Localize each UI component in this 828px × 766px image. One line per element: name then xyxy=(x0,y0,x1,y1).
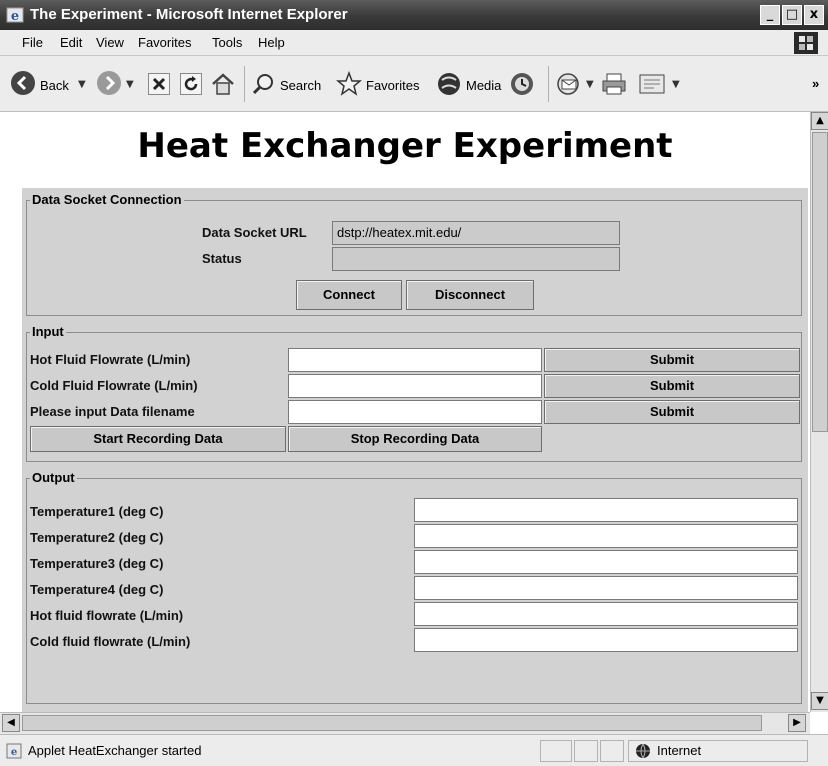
svg-text:e: e xyxy=(11,747,17,758)
hot-flowrate-input[interactable] xyxy=(288,348,542,372)
disconnect-button[interactable]: Disconnect xyxy=(406,280,534,310)
favorites-star-icon xyxy=(335,70,363,102)
maximize-button[interactable]: □ xyxy=(782,5,802,25)
edit-icon[interactable] xyxy=(638,72,668,101)
temperature4-field xyxy=(414,576,798,600)
search-label: Search xyxy=(280,78,322,93)
zone-label: Internet xyxy=(657,743,702,758)
vertical-scrollbar[interactable]: ▲ ▼ xyxy=(810,112,828,712)
history-icon[interactable] xyxy=(508,70,536,103)
cold-flowrate-label: Cold Fluid Flowrate (L/min) xyxy=(30,378,198,393)
temperature4-label: Temperature4 (deg C) xyxy=(30,582,164,597)
menu-file[interactable]: File xyxy=(22,35,43,50)
menu-help[interactable]: Help xyxy=(258,35,285,50)
forward-dropdown-icon[interactable]: ▼ xyxy=(126,79,134,90)
input-legend: Input xyxy=(30,324,66,339)
forward-arrow-icon[interactable] xyxy=(96,70,122,101)
page-title: Heat Exchanger Experiment xyxy=(137,126,673,166)
horizontal-scrollbar[interactable]: ◀ ▶ xyxy=(0,712,810,734)
page-content: Heat Exchanger Experiment Data Socket Co… xyxy=(0,112,810,712)
cold-flowrate-input[interactable] xyxy=(288,374,542,398)
temperature2-field xyxy=(414,524,798,548)
globe-icon xyxy=(635,743,651,764)
close-button[interactable]: x xyxy=(804,5,824,25)
print-icon[interactable] xyxy=(600,72,628,101)
heat-exchanger-applet: Data Socket Connection Data Socket URL d… xyxy=(22,188,808,712)
back-label: Back xyxy=(40,78,69,93)
hot-fluid-flowrate-field xyxy=(414,602,798,626)
toolbar-overflow-chevron[interactable]: » xyxy=(812,76,819,91)
back-button[interactable]: Back xyxy=(8,66,72,102)
media-button[interactable]: Media xyxy=(436,66,508,102)
hot-flowrate-submit-button[interactable]: Submit xyxy=(544,348,800,372)
zone-cell: Internet xyxy=(628,740,808,762)
filename-label: Please input Data filename xyxy=(30,404,195,419)
stop-recording-button[interactable]: Stop Recording Data xyxy=(288,426,542,452)
mail-icon[interactable] xyxy=(556,71,584,102)
mail-dropdown-icon[interactable]: ▼ xyxy=(586,79,594,90)
window-title: The Experiment - Microsoft Internet Expl… xyxy=(30,6,348,23)
media-icon xyxy=(436,71,462,102)
temperature2-label: Temperature2 (deg C) xyxy=(30,530,164,545)
favorites-label: Favorites xyxy=(366,78,420,93)
scroll-left-icon[interactable]: ◀ xyxy=(2,714,20,732)
scroll-down-icon[interactable]: ▼ xyxy=(811,692,828,710)
ie-icon: e xyxy=(6,6,24,24)
temperature1-field xyxy=(414,498,798,522)
page-icon: e xyxy=(6,743,22,764)
search-icon xyxy=(252,72,276,101)
toolbar: Back ▼ ▼ Search Favorites Media ▼ ▼ » xyxy=(0,56,828,112)
menu-view[interactable]: View xyxy=(96,35,124,50)
menu-favorites[interactable]: Favorites xyxy=(138,35,191,50)
menu-tools[interactable]: Tools xyxy=(212,35,242,50)
status-cell xyxy=(540,740,572,762)
refresh-icon[interactable] xyxy=(180,73,202,95)
media-label: Media xyxy=(466,78,502,93)
status-bar: e Applet HeatExchanger started Internet xyxy=(0,734,828,766)
horizontal-scroll-thumb[interactable] xyxy=(22,715,762,731)
scroll-up-icon[interactable]: ▲ xyxy=(811,112,828,130)
cold-fluid-flowrate-label: Cold fluid flowrate (L/min) xyxy=(30,634,191,649)
filename-input[interactable] xyxy=(288,400,542,424)
favorites-button[interactable]: Favorites xyxy=(335,66,430,102)
start-recording-button[interactable]: Start Recording Data xyxy=(30,426,286,452)
back-dropdown-icon[interactable]: ▼ xyxy=(78,79,86,90)
search-button[interactable]: Search xyxy=(252,66,332,102)
svg-text:e: e xyxy=(11,9,19,24)
window-title-bar[interactable]: e The Experiment - Microsoft Internet Ex… xyxy=(0,0,828,30)
back-arrow-icon xyxy=(10,70,36,101)
status-label: Status xyxy=(202,251,242,266)
menu-edit[interactable]: Edit xyxy=(60,35,82,50)
temperature3-label: Temperature3 (deg C) xyxy=(30,556,164,571)
status-cell xyxy=(600,740,624,762)
hot-flowrate-label: Hot Fluid Flowrate (L/min) xyxy=(30,352,191,367)
cold-flowrate-submit-button[interactable]: Submit xyxy=(544,374,800,398)
toolbar-separator xyxy=(548,66,549,102)
toolbar-separator xyxy=(244,66,245,102)
scroll-right-icon[interactable]: ▶ xyxy=(788,714,806,732)
temperature3-field xyxy=(414,550,798,574)
edit-dropdown-icon[interactable]: ▼ xyxy=(672,79,680,90)
status-cell xyxy=(574,740,598,762)
status-message: Applet HeatExchanger started xyxy=(28,743,202,758)
filename-submit-button[interactable]: Submit xyxy=(544,400,800,424)
menu-bar: File Edit View Favorites Tools Help xyxy=(0,30,828,56)
home-icon[interactable] xyxy=(210,71,236,102)
windows-logo-icon xyxy=(794,32,818,54)
stop-icon[interactable] xyxy=(148,73,170,95)
cold-fluid-flowrate-field xyxy=(414,628,798,652)
status-field xyxy=(332,247,620,271)
datasocket-legend: Data Socket Connection xyxy=(30,192,184,207)
output-legend: Output xyxy=(30,470,77,485)
datasocket-url-field[interactable]: dstp://heatex.mit.edu/ xyxy=(332,221,620,245)
datasocket-url-label: Data Socket URL xyxy=(202,225,307,240)
connect-button[interactable]: Connect xyxy=(296,280,402,310)
minimize-button[interactable]: _ xyxy=(760,5,780,25)
hot-fluid-flowrate-label: Hot fluid flowrate (L/min) xyxy=(30,608,184,623)
vertical-scroll-thumb[interactable] xyxy=(812,132,828,432)
temperature1-label: Temperature1 (deg C) xyxy=(30,504,164,519)
